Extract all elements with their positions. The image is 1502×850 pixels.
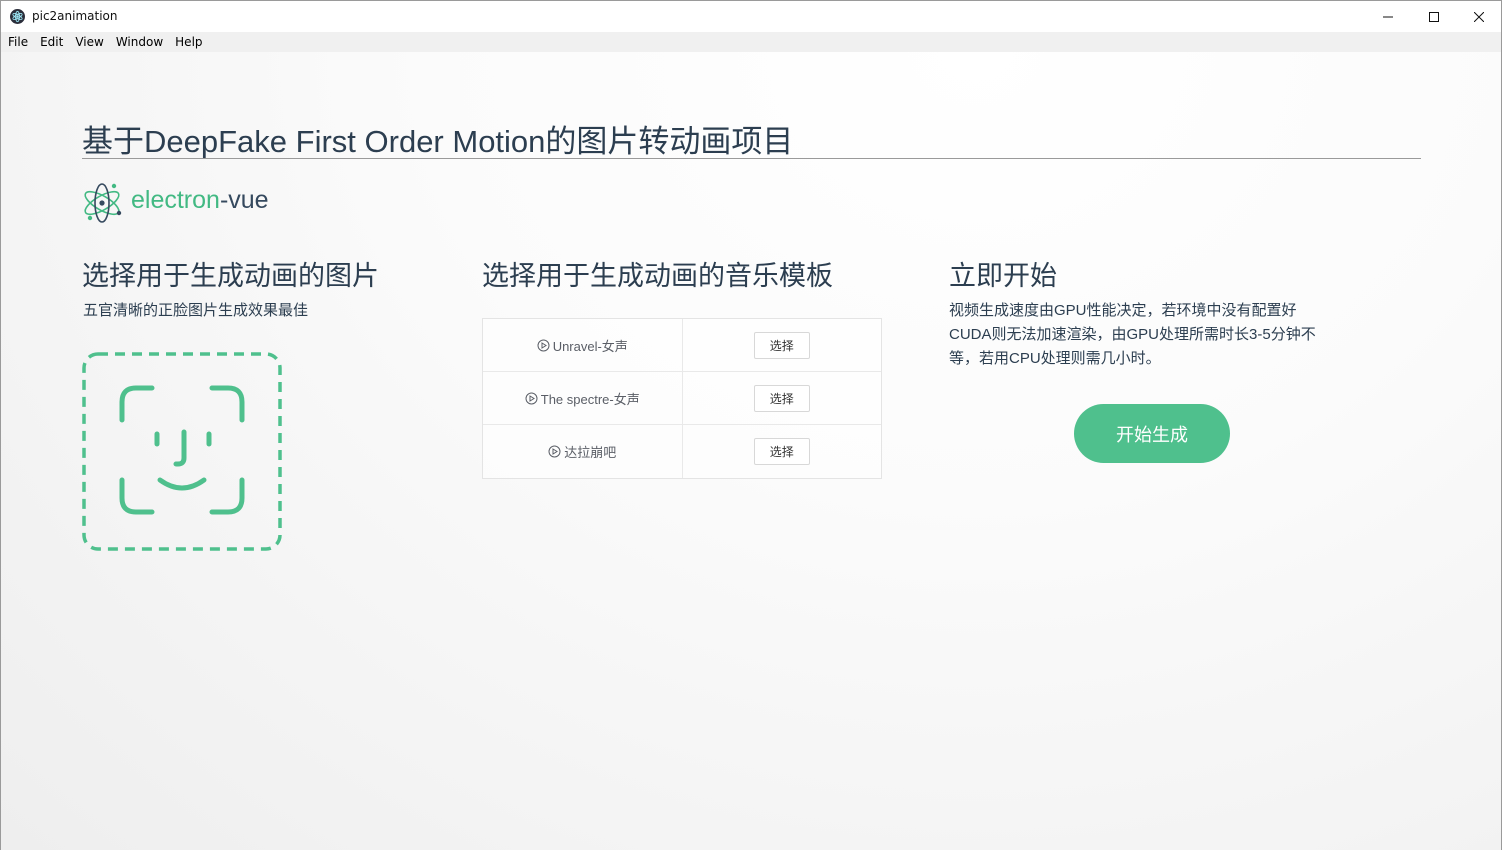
main-content: 基于DeepFake First Order Motion的图片转动画项目 el… (1, 52, 1501, 850)
close-icon (1474, 11, 1484, 22)
music-name: Unravel-女声 (552, 338, 628, 354)
minimize-button[interactable] (1365, 1, 1411, 32)
play-circle-icon (537, 339, 550, 351)
electron-logo-icon (84, 183, 122, 223)
electron-vue-logo-text: electron-vue (131, 186, 269, 215)
start-generate-button[interactable]: 开始生成 (1074, 404, 1230, 463)
image-section-title: 选择用于生成动画的图片 (82, 261, 379, 291)
start-description-line: 视频生成速度由GPU性能决定，若环境中没有配置好 (949, 302, 1297, 319)
title-divider (82, 158, 1421, 159)
app-window: pic2animation File Edit View Window Help… (0, 0, 1502, 850)
play-circle-icon (525, 392, 538, 404)
window-title: pic2animation (32, 9, 118, 23)
select-music-button[interactable]: 选择 (753, 331, 810, 359)
start-description-line: CUDA则无法加速渲染，由GPU处理所需时长3-5分钟不 (949, 326, 1316, 343)
menu-window[interactable]: Window (111, 32, 168, 52)
start-section-title: 立即开始 (949, 261, 1057, 291)
select-music-button[interactable]: 选择 (753, 438, 810, 465)
page-title: 基于DeepFake First Order Motion的图片转动画项目 (82, 124, 794, 159)
logo-text-electron: electron (131, 186, 220, 214)
logo-text-vue: -vue (219, 186, 269, 214)
maximize-icon (1429, 11, 1439, 22)
app-icon (10, 9, 25, 24)
start-section-description: 视频生成速度由GPU性能决定，若环境中没有配置好 CUDA则无法加速渲染，由GP… (949, 299, 1316, 371)
music-row: 达拉崩吧 选择 (483, 425, 881, 478)
music-row: The spectre-女声 选择 (483, 372, 881, 425)
music-table: Unravel-女声 选择 The spectre-女声 选择 达拉崩吧 选择 (482, 318, 882, 479)
menu-view[interactable]: View (70, 32, 108, 52)
music-name: 达拉崩吧 (564, 445, 617, 460)
music-op-cell: 选择 (683, 425, 882, 478)
minimize-icon (1383, 16, 1393, 17)
music-section-title: 选择用于生成动画的音乐模板 (482, 261, 833, 291)
start-description-line: 等，若用CPU处理则需几小时。 (949, 350, 1161, 367)
music-op-cell: 选择 (683, 319, 882, 371)
face-id-icon (82, 352, 282, 551)
title-bar[interactable]: pic2animation (1, 1, 1501, 32)
music-name-cell: Unravel-女声 (483, 319, 683, 371)
select-music-button[interactable]: 选择 (753, 384, 810, 412)
menu-bar: File Edit View Window Help (1, 32, 1501, 52)
image-section-description: 五官清晰的正脸图片生成效果最佳 (83, 302, 309, 319)
image-upload-area[interactable] (82, 352, 282, 551)
menu-help[interactable]: Help (170, 32, 207, 52)
music-name: The spectre-女声 (540, 391, 640, 407)
music-op-cell: 选择 (683, 372, 882, 424)
menu-file[interactable]: File (3, 32, 33, 52)
music-name-cell: The spectre-女声 (483, 372, 683, 424)
play-circle-icon (548, 445, 561, 458)
maximize-button[interactable] (1411, 1, 1457, 32)
menu-edit[interactable]: Edit (35, 32, 68, 52)
music-row: Unravel-女声 选择 (483, 319, 881, 372)
close-button[interactable] (1456, 1, 1502, 32)
music-name-cell: 达拉崩吧 (483, 425, 683, 478)
